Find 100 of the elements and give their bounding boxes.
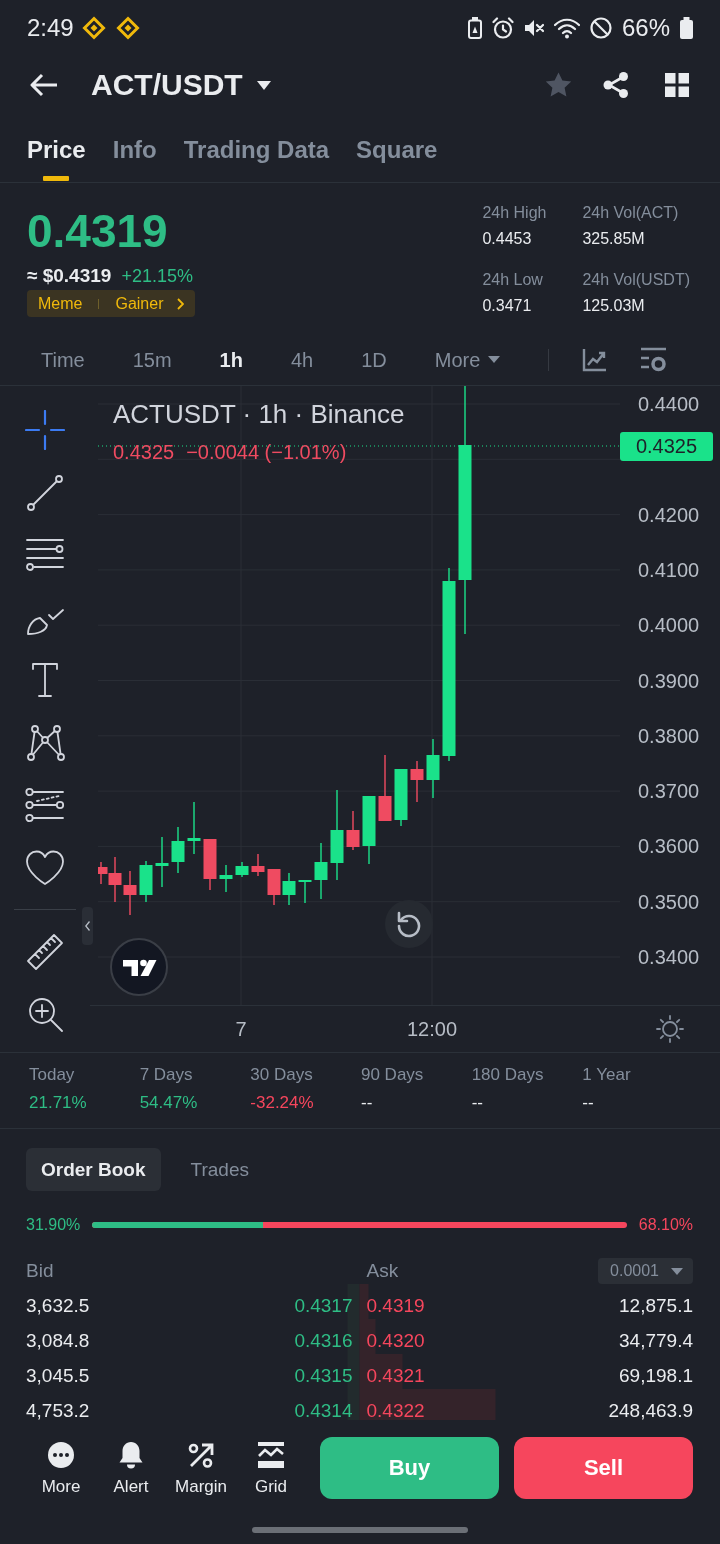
bearish-candle xyxy=(267,868,281,906)
bid-price: 0.4315 xyxy=(294,1364,353,1387)
price-axis-label: 0.3500 xyxy=(638,889,700,914)
precision-dropdown[interactable]: 0.0001 xyxy=(598,1258,693,1284)
chevron-right-icon xyxy=(177,297,185,310)
bid-price: 0.4314 xyxy=(294,1399,353,1422)
price-axis-label: 0.4100 xyxy=(638,557,700,582)
stat-value: 325.85M xyxy=(582,229,646,249)
ask-price: 0.4319 xyxy=(366,1294,425,1317)
time-axis-label: 12:00 xyxy=(406,1017,458,1041)
ask-amount: 69,198.1 xyxy=(619,1364,693,1387)
bullish-candle xyxy=(362,795,376,865)
bearish-candle xyxy=(410,760,424,803)
bearish-candle xyxy=(123,870,137,916)
ask-header: Ask xyxy=(366,1260,399,1282)
shortcut-button[interactable]: Grid xyxy=(236,1439,306,1497)
battery-icon xyxy=(680,16,693,39)
shortcut-button[interactable]: More xyxy=(26,1439,96,1497)
bid-price: 0.4316 xyxy=(294,1329,353,1352)
interval-tab[interactable]: 1D xyxy=(361,347,387,372)
stat-label: 24h Vol(USDT) xyxy=(582,270,690,290)
interval-tab[interactable]: 4h xyxy=(290,347,314,372)
share-icon[interactable] xyxy=(603,72,629,98)
period-label: 30 Days xyxy=(250,1065,314,1085)
price-axis-label: 0.3700 xyxy=(638,779,700,804)
page-tab[interactable]: Square xyxy=(356,115,438,182)
interval-tab[interactable]: 15m xyxy=(132,347,172,372)
do-not-disturb-icon xyxy=(589,16,612,39)
page-tab[interactable]: Trading Data xyxy=(183,115,330,182)
stat-label: 24h High xyxy=(482,203,548,223)
bid-amount: 3,045.5 xyxy=(26,1364,90,1387)
order-book-tab[interactable]: Trades xyxy=(175,1148,264,1191)
more-dots-icon xyxy=(47,1441,75,1469)
sell-share: 68.10% xyxy=(638,1215,693,1235)
period-label: 7 Days xyxy=(139,1065,194,1085)
collapse-handle[interactable] xyxy=(82,907,93,945)
period-label: Today xyxy=(29,1065,76,1085)
bullish-candle xyxy=(314,842,328,900)
sun-icon[interactable] xyxy=(656,1015,684,1043)
tag-label: Gainer xyxy=(115,293,164,314)
node-pattern-icon[interactable] xyxy=(25,722,65,763)
tags-button[interactable]: Meme Gainer xyxy=(27,290,196,317)
order-book-tab[interactable]: Order Book xyxy=(26,1148,161,1191)
bearish-candle xyxy=(346,810,360,851)
period-change: -- xyxy=(582,1093,595,1113)
line-segment-icon[interactable] xyxy=(25,472,65,513)
stat-value: 0.4453 xyxy=(482,229,533,249)
ask-amount: 12,875.1 xyxy=(619,1294,693,1317)
bullish-candle xyxy=(426,738,440,799)
price-axis-label: 0.3400 xyxy=(638,945,700,969)
diamond-icon xyxy=(81,15,106,40)
reset-button[interactable] xyxy=(385,900,433,948)
stat-value: 125.03M xyxy=(582,296,646,316)
price-axis-label: 0.3600 xyxy=(638,834,700,859)
interval-tab[interactable]: 1h xyxy=(219,347,243,372)
price-axis-label: 0.4400 xyxy=(638,392,700,416)
chart-logo-icon xyxy=(110,938,168,996)
chart-legend-title: ACTUSDT · 1h · Binance xyxy=(113,399,405,429)
bid-amount: 3,632.5 xyxy=(26,1294,90,1317)
star-icon[interactable] xyxy=(545,72,572,98)
battery-percentage: 66% xyxy=(621,13,670,42)
shortcut-button[interactable]: Alert xyxy=(96,1439,166,1497)
interval-tab[interactable]: Time xyxy=(41,347,85,372)
price-axis-label: 0.4200 xyxy=(638,502,700,527)
caret-down-icon xyxy=(256,80,271,90)
settings-list-icon[interactable] xyxy=(640,346,668,373)
crosshair-icon[interactable] xyxy=(25,410,65,451)
price-axis-label: 0.3800 xyxy=(638,723,700,748)
caret-down-icon xyxy=(488,356,501,363)
caret-down-icon xyxy=(671,1267,683,1275)
pair-selector[interactable]: ACT/USDT xyxy=(91,68,271,102)
period-change: -32.24% xyxy=(250,1093,315,1113)
bid-amount: 4,753.2 xyxy=(26,1399,90,1422)
last-price: 0.4319 xyxy=(27,207,168,255)
price-change: +21.15% xyxy=(121,265,193,288)
ruler-icon[interactable] xyxy=(25,932,65,972)
stat-value: 0.3471 xyxy=(482,296,533,316)
line-chart-icon[interactable] xyxy=(582,347,608,372)
sell-button[interactable]: Sell xyxy=(514,1437,693,1499)
bid-amount: 3,084.8 xyxy=(26,1329,90,1352)
chevron-left-icon xyxy=(85,921,90,931)
bearish-candle xyxy=(378,754,392,822)
period-label: 1 Year xyxy=(582,1065,632,1085)
alarm-clock-icon xyxy=(491,16,514,39)
tag-label: Meme xyxy=(38,293,83,314)
last-price-badge: 0.4325 xyxy=(620,432,713,461)
grid-chart-icon xyxy=(257,1441,285,1469)
bullish-candle xyxy=(155,836,169,888)
grid-icon[interactable] xyxy=(665,73,689,97)
interval-tab[interactable]: More xyxy=(434,347,501,372)
price-axis-label: 0.3900 xyxy=(638,668,700,693)
page-tab[interactable]: Price xyxy=(27,115,86,182)
wifi-icon xyxy=(553,16,580,39)
back-arrow-icon[interactable] xyxy=(30,73,58,97)
shortcut-button[interactable]: Margin xyxy=(166,1439,236,1497)
buy-share: 31.90% xyxy=(26,1215,81,1235)
price-axis-label: 0.4000 xyxy=(638,613,700,638)
legend-close-price: 0.4325 xyxy=(113,440,175,464)
bullish-candle xyxy=(282,872,296,906)
page-tab[interactable]: Info xyxy=(112,115,157,182)
